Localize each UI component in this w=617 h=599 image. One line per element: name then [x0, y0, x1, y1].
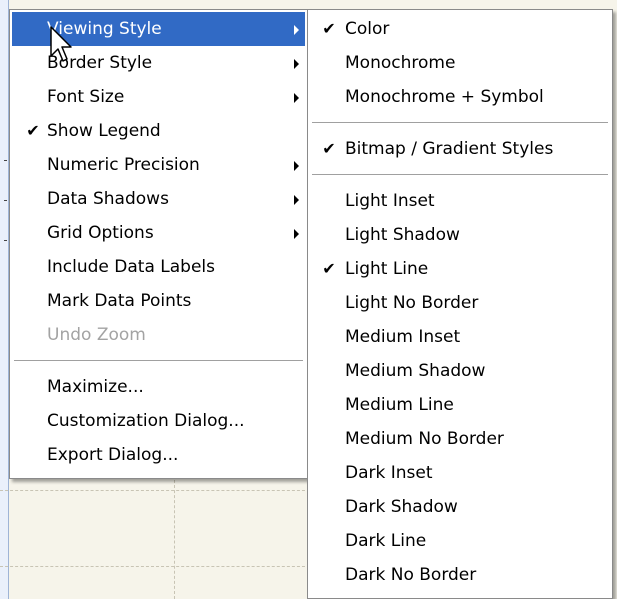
- submenu-item-medium-shadow[interactable]: Medium Shadow: [308, 354, 612, 388]
- submenu-item-dark-inset[interactable]: Dark Inset: [308, 456, 612, 490]
- menu-item-label: Mark Data Points: [47, 291, 192, 311]
- axis-tick: [4, 240, 7, 241]
- menu-separator: [10, 352, 307, 370]
- submenu-item-dark-shadow[interactable]: Dark Shadow: [308, 490, 612, 524]
- menu-item-label: Monochrome: [345, 53, 456, 73]
- menu-item-label: Light Inset: [345, 191, 435, 211]
- grid-line-vertical: [174, 480, 175, 599]
- menu-item-label: Dark Shadow: [345, 497, 458, 517]
- submenu-arrow-icon: [294, 161, 299, 171]
- menu-item-label: Font Size: [47, 87, 125, 107]
- menu-item-label: Grid Options: [47, 223, 154, 243]
- menu-item-label: Dark Line: [345, 531, 427, 551]
- menu-item-label: Data Shadows: [47, 189, 169, 209]
- axis-tick: [4, 160, 7, 161]
- menu-item-label: Medium Line: [345, 395, 454, 415]
- menu-item-grid-options[interactable]: Grid Options: [10, 216, 307, 250]
- menu-item-label: Color: [345, 19, 390, 39]
- menu-item-label: Dark No Border: [345, 565, 477, 585]
- context-menu: Viewing Style Border Style Font Size ✔ S…: [9, 9, 308, 479]
- menu-separator: [308, 166, 612, 184]
- submenu-arrow-icon: [294, 59, 299, 69]
- submenu-item-light-inset[interactable]: Light Inset: [308, 184, 612, 218]
- menu-item-label: Monochrome + Symbol: [345, 87, 544, 107]
- submenu-item-medium-inset[interactable]: Medium Inset: [308, 320, 612, 354]
- grid-line-horizontal: [0, 490, 310, 491]
- submenu-item-bitmap-gradient[interactable]: ✔ Bitmap / Gradient Styles: [308, 132, 612, 166]
- menu-item-label: Light Line: [345, 259, 429, 279]
- submenu-item-color[interactable]: ✔ Color: [308, 12, 612, 46]
- menu-item-maximize[interactable]: Maximize...: [10, 370, 307, 404]
- menu-item-label: Dark Inset: [345, 463, 433, 483]
- menu-item-show-legend[interactable]: ✔ Show Legend: [10, 114, 307, 148]
- menu-item-label: Export Dialog...: [47, 445, 179, 465]
- menu-item-label: Medium Shadow: [345, 361, 486, 381]
- check-icon: ✔: [322, 259, 336, 278]
- grid-line-horizontal: [0, 566, 310, 567]
- menu-item-label: Light No Border: [345, 293, 479, 313]
- menu-item-label: Customization Dialog...: [47, 411, 245, 431]
- submenu-item-dark-no-border[interactable]: Dark No Border: [308, 558, 612, 592]
- menu-item-label: Bitmap / Gradient Styles: [345, 139, 554, 159]
- submenu-item-monochrome[interactable]: Monochrome: [308, 46, 612, 80]
- menu-item-font-size[interactable]: Font Size: [10, 80, 307, 114]
- axis-tick: [4, 200, 7, 201]
- submenu-arrow-icon: [294, 93, 299, 103]
- menu-item-label: Numeric Precision: [47, 155, 200, 175]
- menu-item-label: Maximize...: [47, 377, 144, 397]
- mouse-pointer-icon: [50, 26, 72, 62]
- check-icon: ✔: [322, 19, 336, 38]
- check-icon: ✔: [26, 121, 40, 140]
- submenu-item-light-shadow[interactable]: Light Shadow: [308, 218, 612, 252]
- submenu-arrow-icon: [294, 229, 299, 239]
- check-icon: ✔: [322, 139, 336, 158]
- menu-item-export-dialog[interactable]: Export Dialog...: [10, 438, 307, 472]
- window-left-edge: [0, 0, 9, 599]
- menu-item-undo-zoom: Undo Zoom: [10, 318, 307, 352]
- submenu-arrow-icon: [294, 195, 299, 205]
- menu-item-numeric-precision[interactable]: Numeric Precision: [10, 148, 307, 182]
- menu-separator: [308, 114, 612, 132]
- viewing-style-submenu: ✔ Color Monochrome Monochrome + Symbol ✔…: [307, 9, 613, 599]
- menu-item-label: Light Shadow: [345, 225, 460, 245]
- menu-item-customization-dialog[interactable]: Customization Dialog...: [10, 404, 307, 438]
- submenu-item-medium-no-border[interactable]: Medium No Border: [308, 422, 612, 456]
- submenu-item-light-no-border[interactable]: Light No Border: [308, 286, 612, 320]
- menu-item-data-shadows[interactable]: Data Shadows: [10, 182, 307, 216]
- submenu-item-dark-line[interactable]: Dark Line: [308, 524, 612, 558]
- menu-item-label: Medium Inset: [345, 327, 461, 347]
- submenu-arrow-icon: [294, 25, 299, 35]
- submenu-item-monochrome-symbol[interactable]: Monochrome + Symbol: [308, 80, 612, 114]
- menu-item-label: Undo Zoom: [47, 325, 146, 345]
- menu-item-label: Medium No Border: [345, 429, 504, 449]
- submenu-item-light-line[interactable]: ✔ Light Line: [308, 252, 612, 286]
- menu-item-label: Include Data Labels: [47, 257, 215, 277]
- submenu-item-medium-line[interactable]: Medium Line: [308, 388, 612, 422]
- menu-item-mark-data-points[interactable]: Mark Data Points: [10, 284, 307, 318]
- menu-item-label: Show Legend: [47, 121, 161, 141]
- menu-item-include-data-labels[interactable]: Include Data Labels: [10, 250, 307, 284]
